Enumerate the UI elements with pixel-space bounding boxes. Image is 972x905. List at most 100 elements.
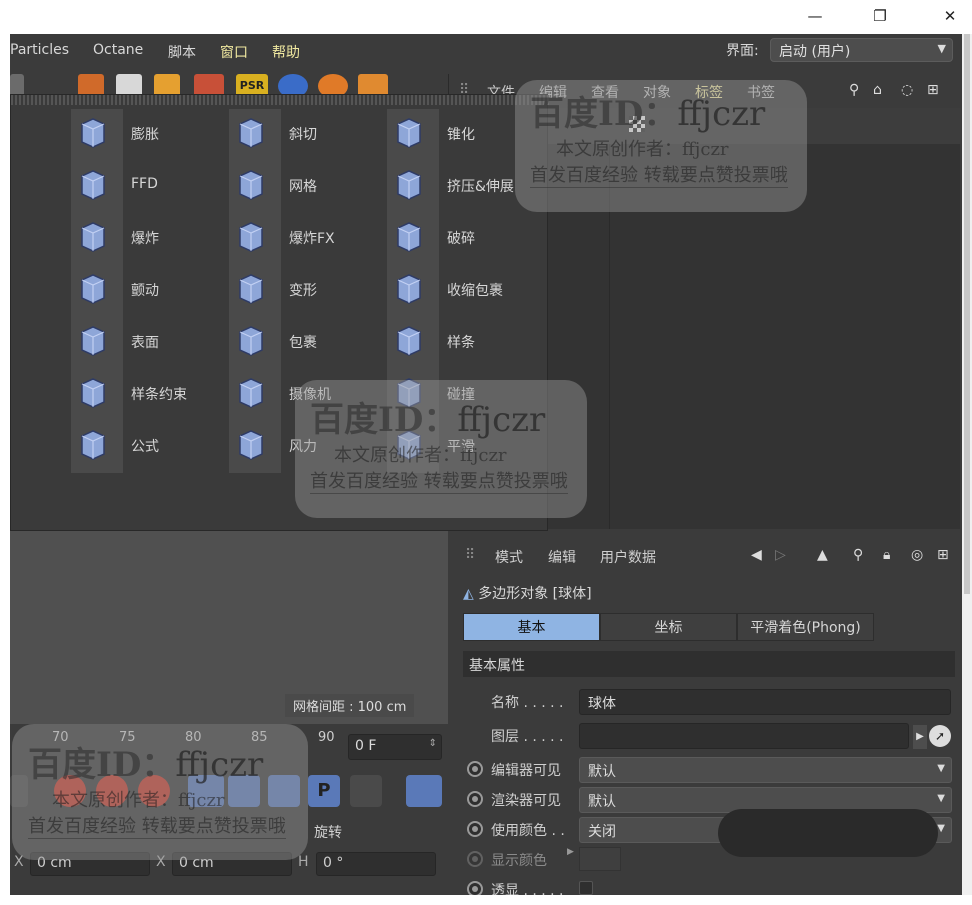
deformer-item[interactable]: 表面 — [73, 321, 223, 361]
polygon-object-icon: ◭ — [463, 586, 474, 602]
editor-visible-value: 默认 — [588, 764, 616, 780]
minimize-button[interactable]: — — [805, 6, 825, 26]
attr-menu-mode[interactable]: 模式 — [495, 547, 523, 567]
attr-menu-edit[interactable]: 编辑 — [548, 547, 576, 567]
deformer-item[interactable]: 网格 — [231, 165, 381, 205]
deformer-item[interactable]: 膨胀 — [73, 113, 223, 153]
back-arrow-icon[interactable]: ◀ — [751, 547, 762, 563]
new-panel-icon[interactable]: ⊞ — [937, 547, 949, 563]
menu-help[interactable]: 帮助 — [272, 42, 300, 62]
render-visible-anim-icon[interactable] — [467, 791, 483, 807]
deformer-item[interactable]: 斜切 — [231, 113, 381, 153]
chevron-down-icon: ▼ — [937, 42, 946, 55]
tab-basic[interactable]: 基本 — [463, 613, 600, 641]
deformer-label: 颤动 — [131, 283, 159, 299]
grid-spacing-label: 网格间距 : 100 cm — [285, 694, 415, 717]
deformer-icon — [73, 165, 113, 205]
stepper-icon[interactable]: ⇕ — [429, 738, 437, 749]
search-icon[interactable]: ⚲ — [849, 82, 859, 98]
home-icon[interactable]: ⌂ — [873, 82, 882, 98]
rot-h-field[interactable]: 0 ° — [316, 852, 436, 876]
use-color-row: 使用颜色 . . 关闭 ▼ — [463, 809, 953, 857]
deformer-item[interactable]: 变形 — [231, 269, 381, 309]
lock-icon[interactable]: 🔒︎ — [883, 547, 890, 563]
search-icon[interactable]: ⚲ — [853, 547, 863, 563]
deformer-icon — [73, 373, 113, 413]
layer-field[interactable] — [579, 723, 909, 749]
chevron-down-icon: ▼ — [937, 823, 945, 834]
close-button[interactable]: ✕ — [940, 6, 960, 26]
deformer-icon — [73, 425, 113, 465]
current-frame-value: 0 F — [355, 738, 377, 754]
attr-menu-userdata[interactable]: 用户数据 — [600, 547, 656, 567]
menu-script[interactable]: 脚本 — [168, 42, 196, 62]
forward-arrow-icon[interactable]: ▷ — [775, 547, 786, 563]
attr-tabs: 基本 坐标 平滑着色(Phong) — [463, 613, 874, 641]
chevron-down-icon: ▼ — [937, 793, 945, 804]
deformer-label: 网格 — [289, 179, 317, 195]
page-scrollbar-thumb[interactable] — [964, 34, 970, 594]
deformer-item[interactable]: FFD — [73, 165, 223, 205]
deformer-item[interactable]: 包裹 — [231, 321, 381, 361]
deformer-label: 样条约束 — [131, 387, 187, 403]
popup-tearoff-strip[interactable] — [11, 95, 549, 105]
layer-label: 图层 . . . . . — [491, 729, 564, 745]
pla-key-icon[interactable] — [350, 775, 382, 807]
expand-arrow-icon[interactable]: ▶ — [567, 847, 574, 857]
h-label: H — [298, 854, 309, 870]
eye-icon[interactable]: ◌ — [901, 82, 913, 98]
xray-checkbox[interactable] — [579, 881, 593, 895]
menu-octane[interactable]: Octane — [93, 42, 143, 58]
restore-button[interactable]: ❐ — [870, 6, 890, 26]
deformer-icon — [389, 165, 429, 205]
deformer-item[interactable]: 爆炸 — [73, 217, 223, 257]
object-title: 多边形对象 [球体] — [478, 586, 592, 602]
editor-visible-anim-icon[interactable] — [467, 761, 483, 777]
param-key-icon[interactable]: P — [308, 775, 340, 807]
name-label: 名称 . . . . . — [491, 695, 564, 711]
deformer-item[interactable]: 样条 — [389, 321, 539, 361]
layer-arrow-icon[interactable]: ▶ — [913, 725, 927, 749]
attributes-panel: ⠿ 模式 编辑 用户数据 ◀ ▷ ▲ ⚲ 🔒︎ ◎ ⊞ ◭ 多边形对象 [球体]… — [455, 539, 960, 895]
deformer-icon — [231, 373, 271, 413]
scheme-icon[interactable] — [406, 775, 442, 807]
menu-particles[interactable]: Particles — [10, 42, 69, 58]
name-field[interactable]: 球体 — [579, 689, 951, 715]
main-menubar: Particles Octane 脚本 窗口 帮助 界面: 启动 (用户) ▼ — [10, 34, 962, 70]
editor-visible-label: 编辑器可见 — [491, 763, 561, 779]
deformer-item[interactable]: 颤动 — [73, 269, 223, 309]
window-titlebar: — ❐ ✕ — [0, 0, 972, 34]
tab-phong[interactable]: 平滑着色(Phong) — [737, 613, 874, 641]
xray-anim-icon[interactable] — [467, 881, 483, 895]
current-frame-field[interactable]: 0 F ⇕ — [348, 734, 442, 760]
deformer-label: 斜切 — [289, 127, 317, 143]
pick-layer-icon[interactable]: ➚ — [929, 725, 951, 747]
tab-coord[interactable]: 坐标 — [600, 613, 737, 641]
render-visible-label: 渲染器可见 — [491, 793, 561, 809]
deformer-label: 公式 — [131, 439, 159, 455]
deformer-icon — [231, 165, 271, 205]
cursor-icon[interactable]: ▲ — [817, 547, 828, 563]
target-icon[interactable]: ◎ — [911, 547, 923, 563]
display-color-anim-icon — [467, 851, 483, 867]
xray-row: 透显 . . . . . — [463, 875, 953, 895]
deformer-icon — [389, 113, 429, 153]
deformer-icon — [231, 269, 271, 309]
deformer-label: 爆炸 — [131, 231, 159, 247]
use-color-label: 使用颜色 . . — [491, 823, 565, 839]
rotate-label: 旋转 — [314, 825, 342, 841]
display-color-swatch[interactable] — [579, 847, 621, 871]
new-panel-icon[interactable]: ⊞ — [927, 82, 939, 98]
editor-visible-select[interactable]: 默认 ▼ — [579, 757, 952, 783]
menu-window[interactable]: 窗口 — [220, 42, 248, 62]
deformer-item[interactable]: 公式 — [73, 425, 223, 465]
deformer-item[interactable]: 爆炸FX — [231, 217, 381, 257]
use-color-anim-icon[interactable] — [467, 821, 483, 837]
object-title-row: ◭ 多边形对象 [球体] — [463, 583, 592, 603]
deformer-item[interactable]: 破碎 — [389, 217, 539, 257]
deformer-item[interactable]: 样条约束 — [73, 373, 223, 413]
deformer-item[interactable]: 收缩包裹 — [389, 269, 539, 309]
grip-icon[interactable]: ⠿ — [465, 547, 475, 563]
layout-select[interactable]: 启动 (用户) ▼ — [770, 38, 953, 62]
deformer-icon — [389, 217, 429, 257]
